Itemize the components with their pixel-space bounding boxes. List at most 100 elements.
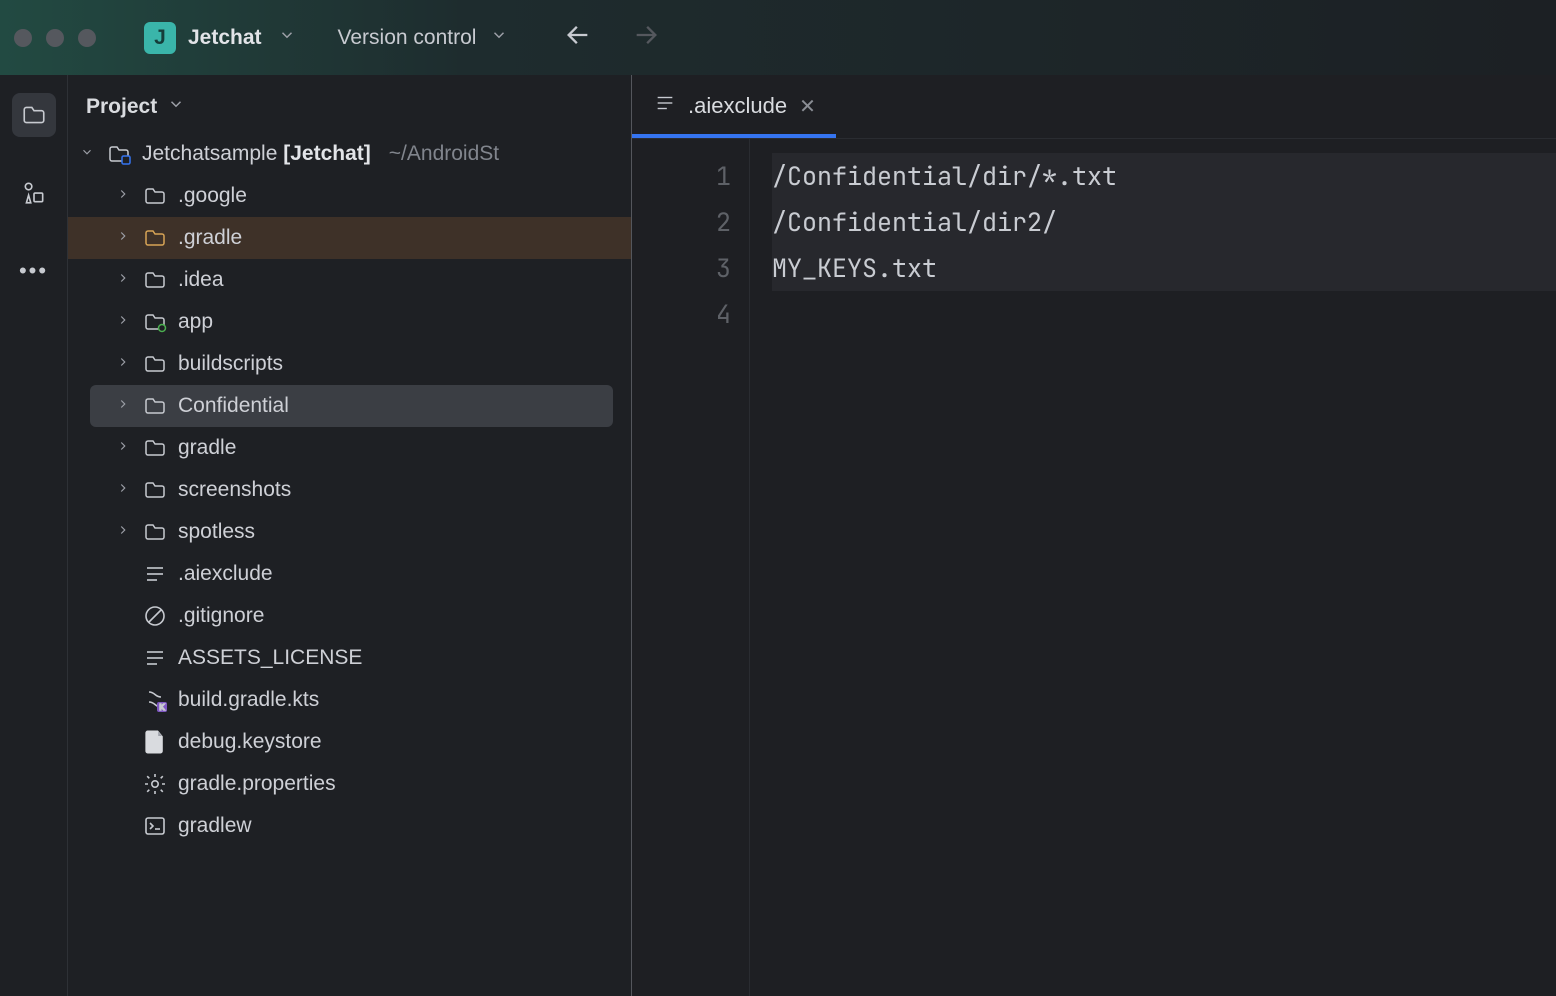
folder-icon — [142, 268, 168, 292]
tree-item[interactable]: buildscripts — [68, 343, 631, 385]
folder-icon — [142, 478, 168, 502]
line-number: 2 — [632, 199, 731, 245]
traffic-min[interactable] — [46, 29, 64, 47]
tool-window-strip: ••• — [0, 75, 68, 996]
project-folder-icon — [106, 142, 132, 166]
tree-item-label: Confidential — [178, 394, 289, 418]
project-name: Jetchat — [188, 26, 262, 50]
line-number: 4 — [632, 291, 731, 337]
tree-item-label: .gradle — [178, 226, 242, 250]
project-tool-button[interactable] — [12, 93, 56, 137]
panel-header[interactable]: Project — [68, 75, 631, 129]
chevron-right-icon[interactable] — [114, 439, 132, 458]
tree-item-label: buildscripts — [178, 352, 283, 376]
code-line[interactable] — [772, 291, 1556, 337]
tree-item[interactable]: screenshots — [68, 469, 631, 511]
tree-item[interactable]: K build.gradle.kts — [68, 679, 631, 721]
chevron-right-icon[interactable] — [114, 271, 132, 290]
nav-forward-button[interactable] — [632, 21, 660, 55]
code-line[interactable]: /Confidential/dir2/ — [772, 199, 1556, 245]
chevron-right-icon[interactable] — [114, 481, 132, 500]
code-content[interactable]: /Confidential/dir/*.txt/Confidential/dir… — [750, 139, 1556, 337]
folder-icon — [142, 394, 168, 418]
window-controls — [14, 29, 96, 47]
close-icon[interactable]: ✕ — [799, 94, 816, 119]
tree-item[interactable]: gradlew — [68, 805, 631, 847]
gear-icon — [142, 772, 168, 796]
chevron-down-icon — [278, 26, 296, 50]
project-tree[interactable]: Jetchatsample [Jetchat] ~/AndroidSt .goo… — [68, 129, 631, 847]
kts-icon: K — [142, 688, 168, 712]
doc-icon — [142, 729, 168, 755]
folder-icon — [142, 520, 168, 544]
chevron-down-icon[interactable] — [78, 145, 96, 164]
vcs-label: Version control — [338, 26, 477, 50]
more-tool-button[interactable]: ••• — [12, 249, 56, 293]
tree-item-label: ASSETS_LICENSE — [178, 646, 362, 670]
project-badge: J — [144, 22, 176, 54]
tree-item-label: gradlew — [178, 814, 252, 838]
tree-item-label: spotless — [178, 520, 255, 544]
editor-tab[interactable]: .aiexclude ✕ — [632, 76, 836, 138]
tree-root-path: ~/AndroidSt — [389, 142, 499, 166]
editor-tabbar: .aiexclude ✕ — [632, 75, 1556, 139]
module-icon — [142, 310, 168, 334]
tree-item-label: screenshots — [178, 478, 291, 502]
chevron-right-icon[interactable] — [114, 397, 132, 416]
tree-item[interactable]: ASSETS_LICENSE — [68, 637, 631, 679]
tree-item-label: .google — [178, 184, 247, 208]
chevron-right-icon[interactable] — [114, 523, 132, 542]
tree-item[interactable]: Confidential — [90, 385, 613, 427]
tree-item[interactable]: .aiexclude — [68, 553, 631, 595]
tree-root[interactable]: Jetchatsample [Jetchat] ~/AndroidSt — [68, 133, 631, 175]
tree-item-label: build.gradle.kts — [178, 688, 319, 712]
line-number: 1 — [632, 153, 731, 199]
tree-item[interactable]: .google — [68, 175, 631, 217]
chevron-down-icon — [167, 95, 185, 119]
traffic-max[interactable] — [78, 29, 96, 47]
tree-item[interactable]: .idea — [68, 259, 631, 301]
tree-item[interactable]: gradle.properties — [68, 763, 631, 805]
gutter: 1234 — [632, 139, 750, 996]
traffic-close[interactable] — [14, 29, 32, 47]
line-number: 3 — [632, 245, 731, 291]
tree-item[interactable]: gradle — [68, 427, 631, 469]
tab-filename: .aiexclude — [688, 93, 787, 119]
term-icon — [142, 814, 168, 838]
chevron-right-icon[interactable] — [114, 313, 132, 332]
svg-text:K: K — [159, 703, 165, 712]
tree-item[interactable]: app — [68, 301, 631, 343]
nav-back-button[interactable] — [564, 21, 592, 55]
titlebar: J Jetchat Version control — [0, 0, 1556, 75]
tree-item-label: gradle.properties — [178, 772, 336, 796]
chevron-right-icon[interactable] — [114, 355, 132, 374]
code-line[interactable]: /Confidential/dir/*.txt — [772, 153, 1556, 199]
project-selector[interactable]: J Jetchat — [136, 16, 310, 60]
lines-icon — [142, 646, 168, 670]
dots-icon: ••• — [19, 258, 48, 284]
folder-icon — [142, 436, 168, 460]
editor-area: .aiexclude ✕ 1234 /Confidential/dir/*.tx… — [632, 75, 1556, 996]
folder-icon — [142, 184, 168, 208]
chevron-right-icon[interactable] — [114, 187, 132, 206]
folder-icon — [142, 352, 168, 376]
file-lines-icon — [654, 92, 676, 120]
tree-item[interactable]: .gradle — [68, 217, 631, 259]
tree-item-label: .idea — [178, 268, 224, 292]
project-panel: Project Jetchatsample [Jetchat] ~/Androi… — [68, 75, 632, 996]
tree-item[interactable]: spotless — [68, 511, 631, 553]
tree-item-label: .aiexclude — [178, 562, 273, 586]
tree-item-label: debug.keystore — [178, 730, 322, 754]
tree-root-label: Jetchatsample [Jetchat] — [142, 142, 371, 166]
folder-icon — [142, 226, 168, 250]
code-area[interactable]: 1234 /Confidential/dir/*.txt/Confidentia… — [632, 139, 1556, 996]
vcs-selector[interactable]: Version control — [328, 26, 519, 50]
tree-item[interactable]: .gitignore — [68, 595, 631, 637]
tree-item[interactable]: debug.keystore — [68, 721, 631, 763]
code-line[interactable]: MY_KEYS.txt — [772, 245, 1556, 291]
structure-tool-button[interactable] — [12, 171, 56, 215]
lines-icon — [142, 562, 168, 586]
panel-title: Project — [86, 95, 157, 119]
nav-arrows — [564, 21, 660, 55]
chevron-right-icon[interactable] — [114, 229, 132, 248]
